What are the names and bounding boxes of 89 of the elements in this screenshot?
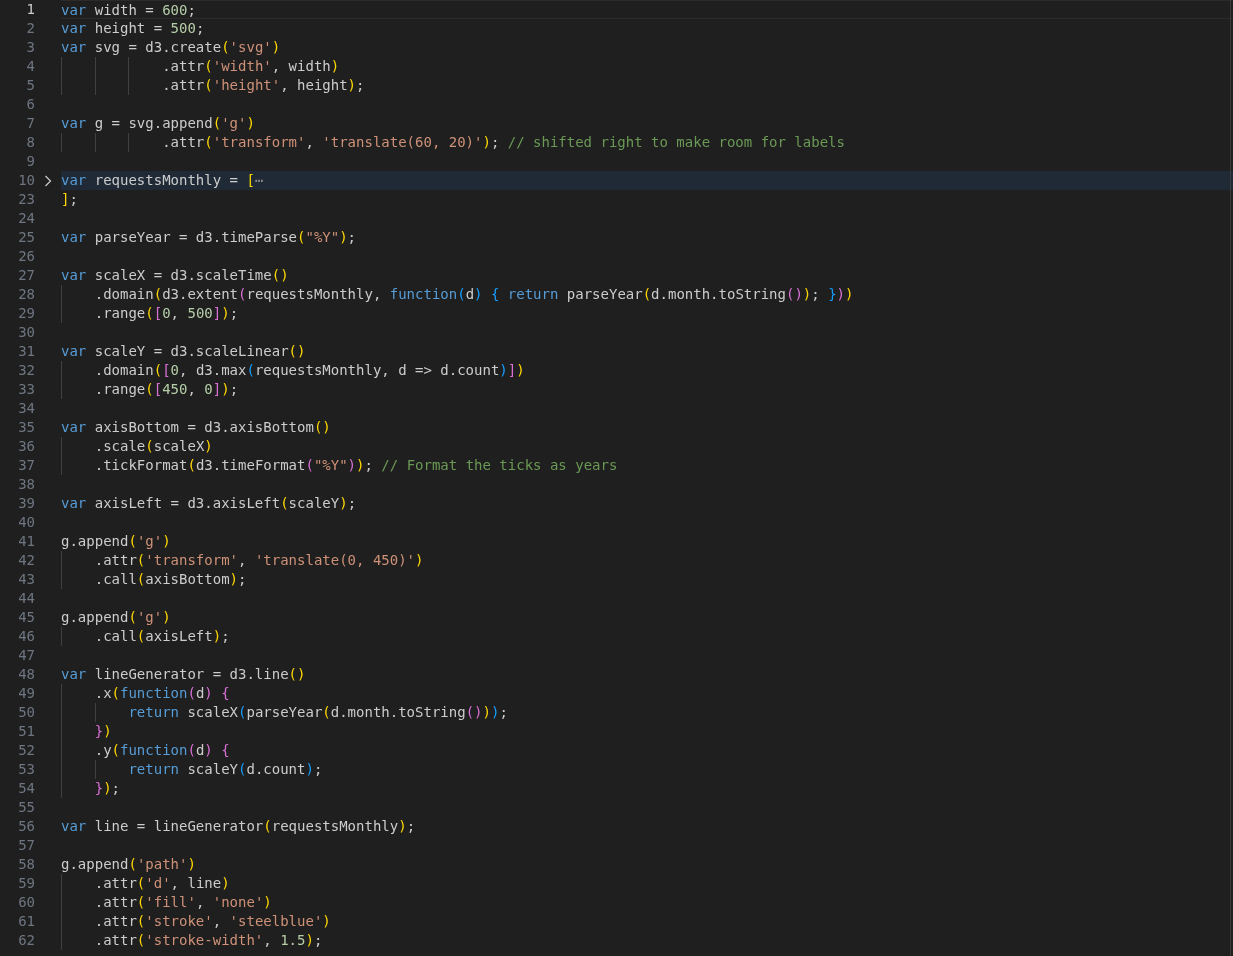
line-number: 2	[26, 20, 35, 36]
line-number: 39	[18, 495, 35, 511]
line-number: 27	[18, 267, 35, 283]
code-line: .call(axisBottom);	[93, 571, 247, 587]
line-number: 5	[26, 77, 35, 93]
line-number: 61	[18, 913, 35, 929]
code-line: .domain([0, d3.max(requestsMonthly, d => d.count)])	[93, 362, 525, 378]
line-number: 60	[18, 894, 35, 910]
line-number: 42	[18, 552, 35, 568]
code-line: var scaleX = d3.scaleTime()	[61, 267, 289, 283]
line-number: 8	[26, 134, 35, 150]
code-line: .attr('stroke-width', 1.5);	[93, 932, 323, 948]
line-number: 52	[18, 742, 35, 758]
line-number: 31	[18, 343, 35, 359]
code-line: .attr('stroke', 'steelblue')	[93, 913, 331, 929]
line-number: 1	[26, 1, 35, 17]
line-number: 62	[18, 932, 35, 948]
line-number: 29	[18, 305, 35, 321]
code-line: var requestsMonthly = [⋯	[61, 172, 264, 188]
line-number: 3	[26, 39, 35, 55]
line-number: 35	[18, 419, 35, 435]
line-number: 24	[18, 210, 35, 226]
code-line: return scaleY(d.count);	[127, 761, 323, 777]
line-number: 41	[18, 533, 35, 549]
chevron-icon[interactable]	[44, 174, 52, 187]
line-number: 26	[18, 248, 35, 264]
line-number: 25	[18, 229, 35, 245]
line-number: 51	[18, 723, 35, 739]
line-number: 53	[18, 761, 35, 777]
line-number: 34	[18, 400, 35, 416]
code-line: var scaleY = d3.scaleLinear()	[61, 343, 306, 359]
code-line: .range([450, 0]);	[93, 381, 239, 397]
line-number: 32	[18, 362, 35, 378]
line-number: 10	[18, 172, 35, 188]
code-line: .scale(scaleX)	[93, 438, 213, 454]
line-number: 6	[26, 96, 35, 112]
code-line: var axisLeft = d3.axisLeft(scaleY);	[61, 495, 357, 511]
code-line: return scaleX(parseYear(d.month.toString()));	[127, 704, 508, 720]
code-line: .tickFormat(d3.timeFormat("%Y")); // Format the ticks as years	[93, 457, 618, 473]
line-number: 37	[18, 457, 35, 473]
line-number: 33	[18, 381, 35, 397]
code-line: .y(function(d) {	[93, 742, 230, 758]
code-line: var parseYear = d3.timeParse("%Y");	[61, 229, 357, 245]
code-line: .attr('transform', 'translate(0, 450)')	[93, 552, 424, 568]
code-line: .domain(d3.extent(requestsMonthly, function(d) { return parseYear(d.month.toString()); }))	[93, 286, 854, 302]
line-number: 54	[18, 780, 35, 796]
code-line: })	[93, 723, 112, 739]
code-line: .attr('transform', 'translate(60, 20)'); // shifted right to make room for labels	[161, 134, 845, 150]
line-number: 55	[18, 799, 35, 815]
line-number: 57	[18, 837, 35, 853]
code-line: var axisBottom = d3.axisBottom()	[61, 419, 331, 435]
line-number: 48	[18, 666, 35, 682]
code-line: var g = svg.append('g')	[61, 115, 255, 131]
code-line: g.append('g')	[61, 533, 171, 549]
line-number: 4	[26, 58, 35, 74]
code-line: var height = 500;	[61, 20, 205, 36]
line-number: 23	[18, 191, 35, 207]
code-line: ];	[61, 191, 78, 207]
line-number: 46	[18, 628, 35, 644]
code-line: var lineGenerator = d3.line()	[61, 666, 306, 682]
code-line: var line = lineGenerator(requestsMonthly);	[61, 818, 416, 834]
code-line: var svg = d3.create('svg')	[61, 39, 281, 55]
code-line: .attr('d', line)	[93, 875, 230, 891]
line-number: 43	[18, 571, 35, 587]
line-number: 50	[18, 704, 35, 720]
line-number: 9	[26, 153, 35, 169]
line-number: 40	[18, 514, 35, 530]
line-number: 47	[18, 647, 35, 663]
code-line: .call(axisLeft);	[93, 628, 230, 644]
code-line: g.append('g')	[61, 609, 171, 625]
code-line: g.append('path')	[61, 856, 196, 872]
code-line: var width = 600;	[61, 2, 196, 18]
line-number: 44	[18, 590, 35, 606]
line-number: 49	[18, 685, 35, 701]
line-number: 28	[18, 286, 35, 302]
line-number: 58	[18, 856, 35, 872]
line-number: 45	[18, 609, 35, 625]
line-number: 7	[26, 115, 35, 131]
line-number: 59	[18, 875, 35, 891]
code-line: .x(function(d) {	[93, 685, 230, 701]
line-number: 56	[18, 818, 35, 834]
line-number: 30	[18, 324, 35, 340]
code-line: .attr('width', width)	[161, 58, 340, 74]
code-line: });	[93, 780, 121, 796]
code-line: .attr('fill', 'none')	[93, 894, 272, 910]
line-number: 38	[18, 476, 35, 492]
code-line: .attr('height', height);	[161, 77, 365, 93]
line-number: 36	[18, 438, 35, 454]
code-line: .range([0, 500]);	[93, 305, 239, 321]
